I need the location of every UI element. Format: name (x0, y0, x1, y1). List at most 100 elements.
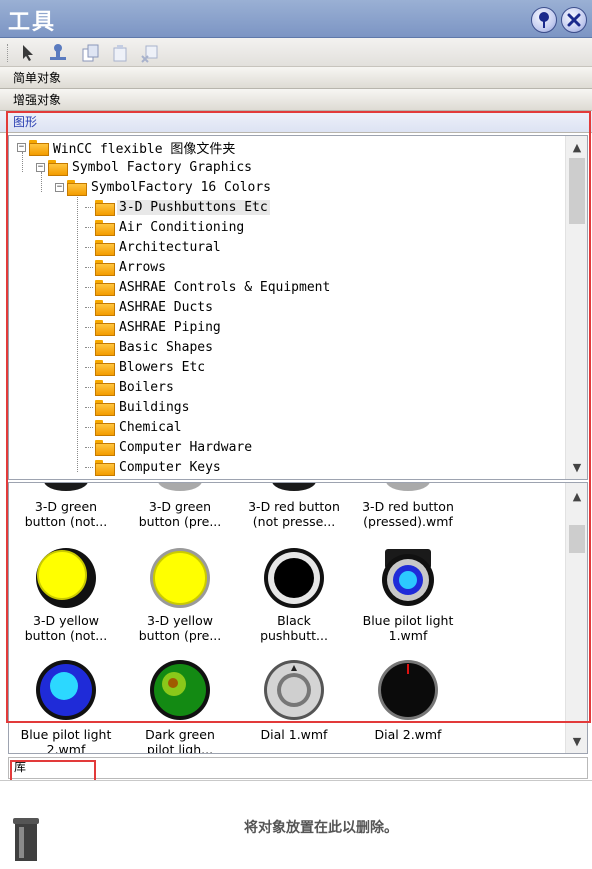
close-button[interactable] (561, 7, 587, 33)
tree-item[interactable]: Basic Shapes (85, 337, 215, 357)
grid-scrollbar[interactable]: ▲ ▼ (565, 483, 587, 753)
tree-item-label: SymbolFactory 16 Colors (91, 179, 272, 195)
tree-item[interactable]: Air Conditioning (85, 217, 246, 237)
pin-icon (539, 12, 549, 28)
folder-icon (95, 280, 115, 296)
section-enhanced-objects[interactable]: 增强对象 (0, 89, 592, 111)
folder-icon (95, 240, 115, 256)
symbol-grid: 3-D green button (not... 3-D green button … (8, 482, 588, 754)
tree-item[interactable]: − Symbol Factory Graphics (36, 157, 254, 177)
drop-area-text: 将对象放置在此以删除。 (244, 820, 398, 836)
tree-connector (85, 386, 93, 388)
library-label: 库 (14, 760, 27, 774)
pin-button[interactable] (531, 7, 557, 33)
tree-connector (85, 286, 93, 288)
image-folder-icon (29, 140, 49, 156)
collapse-toggle-icon[interactable]: − (36, 162, 45, 172)
symbol-item[interactable]: Blue pilot light 2.wmf (10, 727, 122, 753)
tree-item[interactable]: Computer Hardware (85, 437, 254, 457)
yellow-button-icon (36, 548, 96, 608)
tree-item-label: ASHRAE Ducts (119, 299, 213, 315)
tree-connector (85, 206, 93, 208)
scroll-up-icon[interactable]: ▲ (571, 141, 583, 154)
delete-drop-area[interactable]: 将对象放置在此以删除。 (0, 780, 592, 869)
green-button-pressed-icon (158, 483, 202, 491)
symbol-item[interactable]: 3-D red button (not presse... (238, 499, 350, 529)
pointer-tool[interactable] (17, 42, 39, 64)
tree-item[interactable]: Architectural (85, 237, 223, 257)
paste-tool[interactable] (109, 42, 131, 64)
symbol-item[interactable]: Dial 1.wmf (238, 727, 350, 742)
tree-item[interactable]: Buildings (85, 397, 191, 417)
tree-connector (85, 346, 93, 348)
symbol-item[interactable]: 3-D red button (pressed).wmf (352, 499, 464, 529)
symbol-item[interactable]: Dial 2.wmf (352, 727, 464, 742)
tree-item[interactable]: ASHRAE Ducts (85, 297, 215, 317)
section-simple-objects[interactable]: 简单对象 (0, 67, 592, 89)
folder-icon (95, 260, 115, 276)
symbol-item[interactable]: 3-D green button (pre... (124, 499, 236, 529)
tree-connector (85, 246, 93, 248)
tree-item[interactable]: Arrows (85, 257, 168, 277)
tree-item-label: 3-D Pushbuttons Etc (117, 199, 270, 215)
tree-item[interactable]: 3-D Pushbuttons Etc (85, 197, 270, 217)
blue-pilot-light-2-icon (36, 660, 96, 720)
symbol-item[interactable]: Black pushbutt... (238, 613, 350, 643)
tree-connector (77, 192, 78, 472)
title-bar: 工具 (0, 0, 592, 38)
stamp-icon (50, 44, 66, 60)
tree-item[interactable]: − SymbolFactory 16 Colors (55, 177, 273, 197)
symbol-item[interactable]: 3-D yellow button (pre... (124, 613, 236, 643)
trash-icon (13, 818, 39, 861)
tree-item[interactable]: Blowers Etc (85, 357, 207, 377)
tree-scrollbar[interactable]: ▲ ▼ (565, 136, 587, 479)
tree-item[interactable]: Chemical (85, 417, 184, 437)
scroll-thumb[interactable] (569, 158, 585, 224)
folder-icon (48, 160, 68, 176)
symbol-item[interactable]: 3-D green button (not... (10, 499, 122, 529)
delete-icon (141, 45, 158, 63)
tree-item-label: Boilers (119, 379, 174, 395)
section-library[interactable]: 库 (8, 757, 588, 779)
delete-tool[interactable] (139, 42, 161, 64)
collapse-toggle-icon[interactable]: − (17, 142, 26, 152)
scroll-thumb[interactable] (569, 525, 585, 553)
copy-icon (82, 44, 99, 62)
green-button-icon (44, 483, 88, 491)
symbol-item[interactable]: 3-D yellow button (not... (10, 613, 122, 643)
folder-icon (95, 300, 115, 316)
copy-tool[interactable] (79, 42, 101, 64)
graphics-folder-tree: − WinCC flexible 图像文件夹 − Symbol Factory Gra… (8, 135, 588, 480)
import-tool[interactable] (47, 42, 69, 64)
scroll-down-icon[interactable]: ▼ (571, 735, 583, 748)
tree-item-label: Architectural (119, 239, 221, 255)
tree-item-label: Basic Shapes (119, 339, 213, 355)
tree-connector (85, 366, 93, 368)
window-title: 工具 (8, 10, 57, 35)
tree-item[interactable]: Boilers (85, 377, 176, 397)
tree-item-label: Chemical (119, 419, 182, 435)
dark-green-pilot-light-icon (150, 660, 210, 720)
tree-connector (85, 326, 93, 328)
collapse-toggle-icon[interactable]: − (55, 182, 64, 192)
scroll-up-icon[interactable]: ▲ (571, 490, 583, 503)
tree-connector (85, 406, 93, 408)
symbol-item[interactable]: Dark green pilot ligh... (124, 727, 236, 753)
symbol-item[interactable]: Blue pilot light 1.wmf (352, 613, 464, 643)
toolbar-grip[interactable] (7, 44, 10, 62)
tree-item-label: Arrows (119, 259, 166, 275)
tree-item[interactable]: Computer Keys (85, 457, 223, 477)
tree-item[interactable]: ASHRAE Piping (85, 317, 223, 337)
tree-connector (85, 266, 93, 268)
scroll-down-icon[interactable]: ▼ (571, 461, 583, 474)
folder-icon (95, 440, 115, 456)
black-pushbutton-icon (264, 548, 324, 608)
tree-item[interactable]: − WinCC flexible 图像文件夹 (17, 137, 237, 157)
tree-connector (85, 226, 93, 228)
section-graphics[interactable]: 图形 (0, 111, 592, 133)
tree-item-label: Air Conditioning (119, 219, 245, 235)
close-icon (567, 13, 581, 27)
tree-item-label: ASHRAE Controls & Equipment (119, 279, 331, 295)
folder-icon (95, 400, 115, 416)
tree-item[interactable]: ASHRAE Controls & Equipment (85, 277, 332, 297)
